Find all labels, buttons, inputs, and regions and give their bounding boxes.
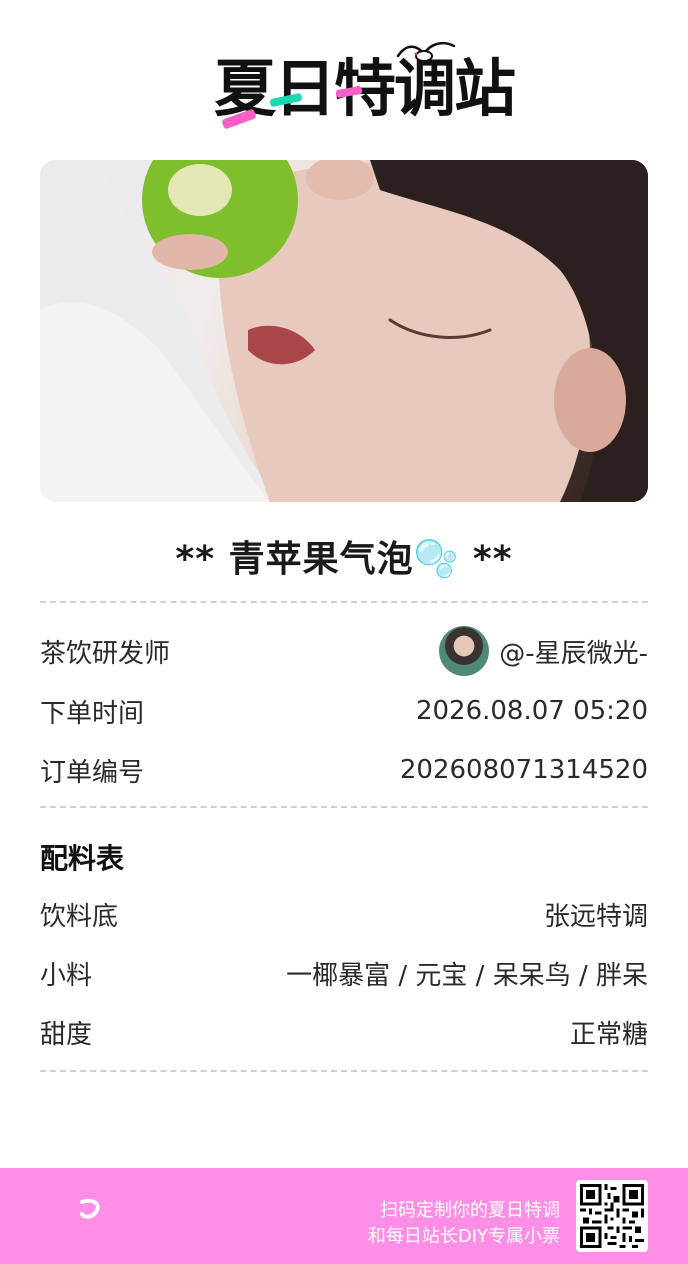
portrait-image xyxy=(40,160,648,502)
creator-name: @-星辰微光- xyxy=(499,638,648,669)
cover-photo xyxy=(40,160,648,502)
logo-text: 夏日特调站 xyxy=(214,52,516,125)
footer-line-1: 扫码定制你的夏日特调 xyxy=(380,1200,560,1221)
divider xyxy=(40,1070,648,1072)
seagull-icon xyxy=(396,42,456,62)
row-label: 小料 xyxy=(40,960,93,991)
qr-code-icon[interactable] xyxy=(576,1180,648,1252)
info-row-order-time: 下单时间 2026.08.07 05:20 xyxy=(40,691,648,731)
row-value: 正常糖 xyxy=(569,1019,648,1050)
row-label: 茶饮研发师 xyxy=(40,638,171,669)
row-label: 订单编号 xyxy=(40,757,145,788)
row-value: 一椰暴富 / 元宝 / 呆呆鸟 / 胖呆 xyxy=(286,960,648,991)
recipe-heading: 配料表 xyxy=(40,842,125,875)
recipe-row-base: 饮料底 张远特调 xyxy=(40,894,648,934)
row-label: 饮料底 xyxy=(40,901,119,932)
footer-line-2: 和每日站长DIY专属小票 xyxy=(367,1226,560,1247)
row-label: 下单时间 xyxy=(40,698,145,729)
info-row-order-number: 订单编号 202608071314520 xyxy=(40,750,648,790)
footer-text: 扫码定制你的夏日特调 和每日站长DIY专属小票 xyxy=(368,1198,560,1250)
drink-title: ** 青苹果气泡🫧 ** xyxy=(175,539,513,580)
row-value: 张远特调 xyxy=(543,901,648,932)
recipe-header: 配料表 xyxy=(40,837,648,877)
divider xyxy=(40,806,648,808)
row-label: 甜度 xyxy=(40,1019,93,1050)
row-value: 202608071314520 xyxy=(399,755,648,785)
app-logo: 夏日特调站 xyxy=(0,22,688,132)
footer-banner: 扫码定制你的夏日特调 和每日站长DIY专属小票 xyxy=(0,1168,688,1264)
swirl-icon xyxy=(80,1198,100,1219)
row-value: 2026.08.07 05:20 xyxy=(415,696,648,726)
recipe-row-toppings: 小料 一椰暴富 / 元宝 / 呆呆鸟 / 胖呆 xyxy=(40,953,648,993)
ticket-page: 夏日特调站 ** 青苹果气泡🫧 ** 茶饮研发师 @-星辰微光- 下单时间 20… xyxy=(0,0,688,1264)
recipe-row-sweetness: 甜度 正常糖 xyxy=(40,1012,648,1052)
info-row-creator: 茶饮研发师 @-星辰微光- xyxy=(40,626,648,676)
divider xyxy=(40,601,648,603)
avatar xyxy=(439,626,490,676)
creator-value[interactable]: @-星辰微光- xyxy=(439,626,648,676)
